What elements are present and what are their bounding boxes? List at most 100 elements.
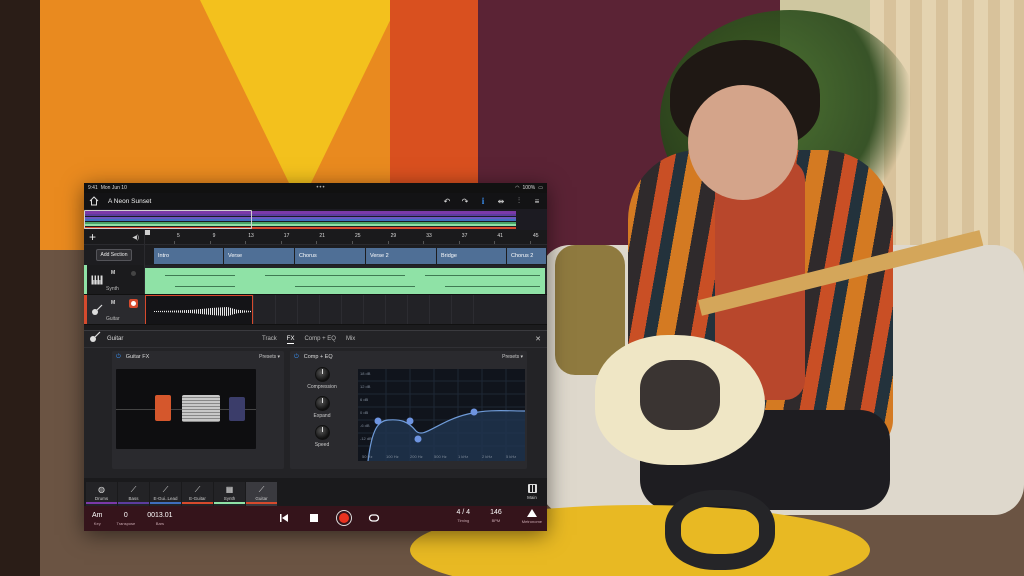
expand-knob[interactable] xyxy=(314,396,330,411)
eq-freq-label: 50 Hz xyxy=(362,454,373,459)
eq-freq-label: 5 kHz xyxy=(506,454,517,459)
power-icon[interactable]: ⏻ xyxy=(294,354,299,361)
metronome-field[interactable]: Metronome xyxy=(522,509,542,524)
mixer-sliders-icon[interactable]: ⫶ xyxy=(514,196,524,206)
track-guitar[interactable]: M Guitar xyxy=(84,295,547,325)
speed-knob[interactable] xyxy=(314,425,330,440)
home-icon[interactable] xyxy=(89,196,99,206)
section-chorus-2[interactable]: Chorus 2 xyxy=(506,248,546,264)
tab-track[interactable]: Track xyxy=(262,335,277,344)
section-bridge[interactable]: Bridge xyxy=(436,248,506,264)
bpm-label: BPM xyxy=(491,518,501,523)
track-synth[interactable]: M Synth xyxy=(84,265,547,295)
guitar-audio-region[interactable] xyxy=(145,295,253,324)
section-verse-2[interactable]: Verse 2 xyxy=(365,248,436,264)
info-icon[interactable]: i xyxy=(478,196,488,206)
mute-button-guitar[interactable]: M xyxy=(111,300,115,306)
amp-cabinet[interactable] xyxy=(182,395,220,422)
record-arm-synth[interactable] xyxy=(129,269,138,278)
instrument-bass[interactable]: ⟋ Bass xyxy=(118,482,149,506)
menu-icon[interactable]: ≡ xyxy=(532,196,542,206)
multitask-dots-icon[interactable]: ••• xyxy=(316,185,325,191)
instrument-e-gui-lead[interactable]: ⟋ E-Gui..Lead xyxy=(150,482,181,506)
guitar-icon xyxy=(90,303,104,317)
close-icon[interactable]: ✕ xyxy=(535,335,541,343)
fx-chain-canvas[interactable] xyxy=(116,369,256,449)
ruler-tick xyxy=(387,241,389,244)
undo-icon[interactable]: ↶ xyxy=(442,196,452,206)
metronome-label: Metronome xyxy=(521,519,542,524)
eq-db-label: 12 dB xyxy=(360,384,371,389)
record-arm-guitar[interactable] xyxy=(129,299,138,308)
power-icon[interactable]: ⏻ xyxy=(116,354,121,361)
status-bar: 9:41 Mon Jun 10 ••• ◠ 100% ▭ xyxy=(84,183,547,193)
record-button[interactable] xyxy=(336,510,352,526)
project-title[interactable]: A Neon Sunset xyxy=(108,198,151,205)
main-button[interactable]: Main xyxy=(522,480,542,504)
stop-button[interactable] xyxy=(306,510,322,526)
instrument-guitar[interactable]: ⟋ Guitar xyxy=(246,482,277,506)
instrument-label: Synth xyxy=(223,496,236,501)
fx-presets-dropdown[interactable]: Presets ▾ xyxy=(259,354,280,360)
compression-knob[interactable] xyxy=(314,367,330,382)
key-field[interactable]: Am Key xyxy=(92,512,103,526)
eq-band-handle[interactable] xyxy=(374,417,382,425)
bar-number: 5 xyxy=(177,233,180,239)
sections-row: Add Section Intro Verse Chorus Verse 2 Bridg… xyxy=(84,245,547,265)
headphones xyxy=(665,490,775,570)
timeline-ruler[interactable]: + ◀) 5 9 13 17 21 25 29 33 37 41 45 xyxy=(84,230,547,245)
song-overview[interactable] xyxy=(84,209,547,230)
effect-pedal[interactable] xyxy=(229,397,245,421)
tab-mix[interactable]: Mix xyxy=(346,335,355,344)
add-section-button[interactable]: Add Section xyxy=(95,249,133,261)
overdrive-pedal[interactable] xyxy=(155,395,171,421)
track-header-guitar[interactable]: M Guitar xyxy=(84,295,145,324)
bpm-field[interactable]: 146 BPM xyxy=(490,509,502,524)
loop-button[interactable] xyxy=(366,510,382,526)
overview-viewport[interactable] xyxy=(84,210,252,229)
section-verse[interactable]: Verse xyxy=(223,248,294,264)
instrument-color-bar xyxy=(150,502,181,504)
tab-fx[interactable]: FX xyxy=(286,335,295,344)
grid-line xyxy=(319,295,320,324)
bars-field[interactable]: 0013.01 Bars xyxy=(147,512,172,526)
grid-line xyxy=(253,295,254,324)
tab-comp-eq[interactable]: Comp + EQ xyxy=(304,335,336,344)
eq-db-label: 18 dB xyxy=(360,371,371,376)
track-header-synth[interactable]: M Synth xyxy=(84,265,145,294)
track-lane-synth[interactable] xyxy=(145,265,547,294)
loop-region-icon[interactable]: ⇹ xyxy=(496,196,506,206)
main-label: Main xyxy=(527,495,537,500)
eq-band-handle[interactable] xyxy=(414,435,422,443)
instrument-synth[interactable]: ▦ Synth xyxy=(214,482,245,506)
eq-band-handle[interactable] xyxy=(470,408,478,416)
synth-region[interactable] xyxy=(145,268,545,294)
timing-field[interactable]: 4 / 4 Timing xyxy=(456,509,470,524)
section-chorus[interactable]: Chorus xyxy=(294,248,365,264)
skip-back-icon xyxy=(280,514,288,522)
detail-panel: Guitar Track FX Comp + EQ Mix ✕ ⏻ Guitar… xyxy=(84,330,547,478)
track-lane-guitar[interactable] xyxy=(145,295,547,324)
bar-number: 33 xyxy=(426,233,432,239)
ruler-tick xyxy=(530,241,531,244)
midi-note-line xyxy=(265,275,405,276)
grid-line xyxy=(363,295,364,324)
rewind-button[interactable] xyxy=(276,510,292,526)
mute-button-synth[interactable]: M xyxy=(111,270,115,276)
eq-presets-dropdown[interactable]: Presets ▾ xyxy=(502,354,523,360)
speaker-icon[interactable]: ◀) xyxy=(132,234,139,241)
section-intro[interactable]: Intro xyxy=(153,248,223,264)
eq-graph[interactable]: 18 dB 12 dB 6 dB 0 dB -6 dB -12 dB 50 Hz 100 Hz… xyxy=(358,369,526,462)
transpose-field[interactable]: 0 Transpose xyxy=(117,512,136,526)
midi-note-line xyxy=(295,286,415,287)
guitar-icon: ⟋ xyxy=(162,485,169,494)
eq-band-handle[interactable] xyxy=(406,417,414,425)
grid-line xyxy=(451,295,452,324)
add-track-icon[interactable]: + xyxy=(89,231,96,243)
playhead-marker[interactable] xyxy=(145,230,150,235)
instrument-drums[interactable]: ◍ Drums xyxy=(86,482,117,506)
comp-eq-pane: ⏻ Comp + EQ Presets ▾ Compression Expand… xyxy=(290,351,527,469)
ruler-marks[interactable]: 5 9 13 17 21 25 29 33 37 41 45 xyxy=(145,230,547,244)
instrument-e-guitar[interactable]: ⟋ E-Guitar xyxy=(182,482,213,506)
redo-icon[interactable]: ↷ xyxy=(460,196,470,206)
